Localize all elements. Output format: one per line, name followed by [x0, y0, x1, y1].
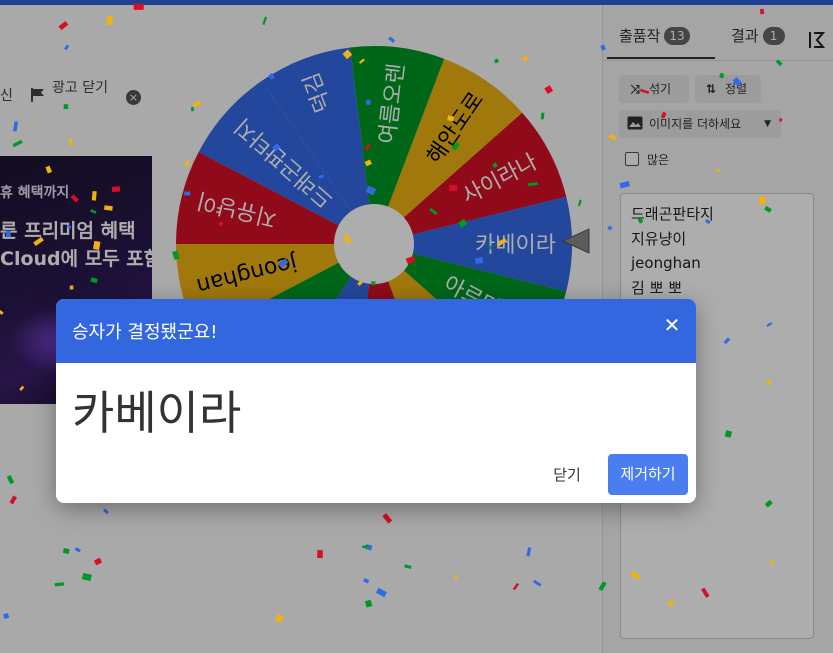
close-button[interactable]: 닫기: [542, 457, 592, 493]
winner-name: 카베이라: [72, 386, 242, 440]
dialog-header: 승자가 결정됐군요! ✕: [56, 299, 696, 363]
winner-dialog: 승자가 결정됐군요! ✕ 카베이라 닫기 제거하기: [56, 299, 696, 503]
dialog-title: 승자가 결정됐군요!: [72, 322, 218, 343]
remove-button[interactable]: 제거하기: [608, 454, 688, 495]
close-icon[interactable]: ✕: [662, 313, 682, 337]
